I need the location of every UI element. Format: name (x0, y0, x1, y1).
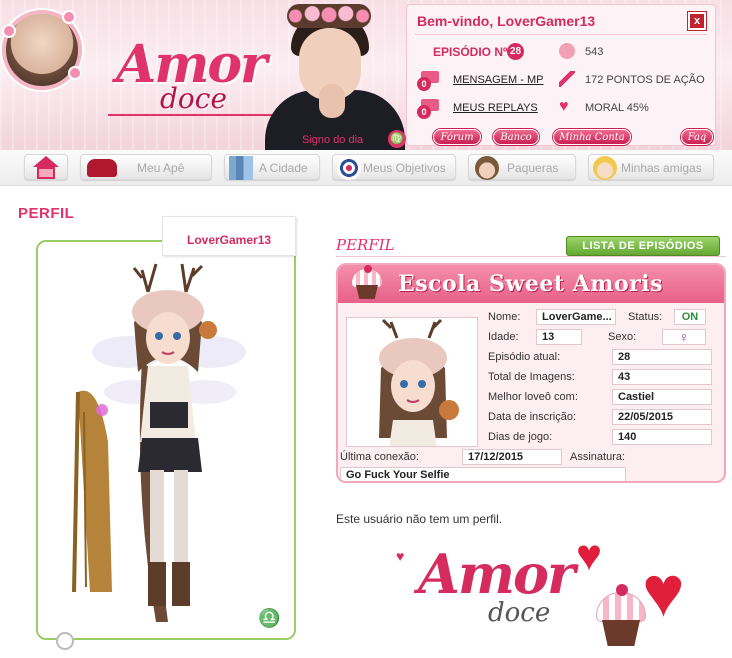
nav-paqueras[interactable]: Paqueras (468, 154, 576, 180)
character-card (36, 240, 296, 640)
school-title: Escola Sweet Amoris (398, 271, 663, 297)
heart-icon: ♥ (396, 548, 405, 564)
replays-count-badge: 0 (417, 105, 431, 119)
flower-icon (68, 66, 82, 80)
target-icon (337, 156, 361, 180)
nav-label: Meu Apê (137, 161, 185, 175)
my-account-button[interactable]: Minha Conta (553, 129, 631, 145)
footer-logo-doce-text: doce (488, 598, 551, 628)
close-icon[interactable]: x (688, 12, 706, 30)
heart-icon: ♥ (559, 98, 569, 115)
character-portrait (346, 317, 478, 447)
cupcake-icon (594, 584, 650, 648)
divider (415, 34, 707, 35)
amor-doce-footer-logo: ♥ Amor doce ♥ ♥ (396, 534, 732, 658)
header: Amor doce Signo do dia ♍ Bem-vindo, Love… (0, 0, 732, 150)
signup-date-value: 22/05/2015 (612, 409, 712, 425)
coins-count: 543 (585, 46, 604, 58)
boy-icon (475, 156, 499, 180)
nav-label: Meus Objetivos (363, 161, 446, 175)
profile-subtitle: PERFIL (336, 236, 395, 254)
best-love-label: Melhor loveô com: (488, 391, 578, 403)
female-icon: ♀ (662, 329, 706, 345)
name-label: Nome: (488, 311, 521, 323)
carousel-dot[interactable] (56, 632, 74, 650)
forum-button[interactable]: Fórum (433, 129, 481, 145)
replays-link[interactable]: MEUS REPLAYS (453, 102, 538, 114)
home-icon (33, 156, 59, 180)
user-info-panel: Bem-vindo, LoverGamer13 x EPISÓDIO Nº 28… (406, 4, 716, 146)
bank-button[interactable]: Banco (493, 129, 539, 145)
sign-of-day-link[interactable]: Signo do dia (302, 134, 363, 146)
welcome-text: Bem-vindo, LoverGamer13 (417, 13, 596, 29)
age-value: 13 (536, 329, 582, 345)
status-badge: ON (674, 309, 706, 325)
faq-button[interactable]: Faq (681, 129, 713, 145)
sex-label: Sexo: (608, 331, 637, 343)
city-icon (229, 156, 253, 180)
heart-icon: ♥ (576, 531, 603, 580)
logo-doce-text: doce (160, 82, 228, 115)
images-label: Total de Imagens: (488, 371, 575, 383)
episode-value: 28 (612, 349, 712, 365)
no-profile-message: Este usuário não tem um perfil. (336, 512, 503, 526)
username-label: LoverGamer13 (187, 233, 272, 247)
school-banner: Escola Sweet Amoris (338, 265, 724, 303)
virgo-icon[interactable]: ♍ (388, 130, 406, 148)
status-label: Status: (628, 311, 663, 323)
divider (336, 256, 726, 257)
nav-label: A Cidade (259, 161, 308, 175)
episode-number-badge: 28 (507, 43, 524, 60)
last-login-label: Última conexão: (340, 451, 419, 463)
character-avatar-illustration (72, 263, 246, 622)
action-points-text: 172 PONTOS DE AÇÃO (585, 74, 705, 86)
libra-icon: ♎ (258, 608, 281, 628)
nav-a-cidade[interactable]: A Cidade (224, 154, 320, 180)
page-title: PERFIL (18, 205, 75, 222)
username-tab: LoverGamer13 (162, 216, 296, 256)
character-hand (319, 84, 345, 118)
nav-home[interactable] (24, 154, 68, 180)
nav-label: Paqueras (507, 161, 559, 175)
episode-label: EPISÓDIO Nº (433, 45, 508, 59)
girl-icon (593, 156, 617, 180)
amor-doce-logo[interactable]: Amor doce (108, 30, 278, 120)
age-label: Idade: (488, 331, 519, 343)
avatar[interactable] (2, 10, 82, 90)
messages-link[interactable]: MENSAGEM - MP (453, 74, 543, 86)
nav-label: Minhas amigas (621, 161, 702, 175)
moral-text: MORAL 45% (585, 102, 649, 114)
play-days-value: 140 (612, 429, 712, 445)
episode-label: Episódio atual: (488, 351, 561, 363)
flower-icon (2, 24, 16, 38)
last-login-value: 17/12/2015 (462, 449, 562, 465)
episodes-list-button[interactable]: LISTA DE EPISÓDIOS (566, 236, 720, 256)
name-value: LoverGame... (536, 309, 616, 325)
footer-logo-amor-text: Amor (418, 542, 576, 606)
piggy-bank-icon (559, 43, 575, 59)
main-nav: Meu Apê A Cidade Meus Objetivos Paqueras… (0, 150, 732, 186)
nav-meu-ape[interactable]: Meu Apê (80, 154, 212, 180)
images-value: 43 (612, 369, 712, 385)
nav-minhas-amigas[interactable]: Minhas amigas (588, 154, 714, 180)
best-love-value: Castiel (612, 389, 712, 405)
cupcake-icon (350, 265, 388, 301)
signature-label: Assinatura: (570, 451, 626, 463)
sofa-icon (87, 159, 117, 177)
action-points-icon (559, 71, 575, 87)
header-character-illustration (265, 2, 405, 150)
school-id-card: Escola Sweet Amoris Nome: LoverGame... S… (336, 263, 726, 483)
play-days-label: Dias de jogo: (488, 431, 553, 443)
flower-crown-icon (287, 4, 371, 28)
nav-meus-objetivos[interactable]: Meus Objetivos (332, 154, 456, 180)
signup-date-label: Data de inscrição: (488, 411, 577, 423)
messages-count-badge: 0 (417, 77, 431, 91)
logo-underline (108, 114, 278, 116)
portrait-illustration (379, 318, 459, 446)
signature-value: Go Fuck Your Selfie (340, 467, 626, 481)
flower-icon (62, 10, 76, 24)
